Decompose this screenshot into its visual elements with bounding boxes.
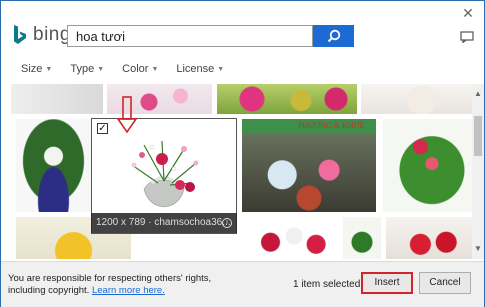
filter-bar: Size ▼ Type ▼ Color ▼ License ▼ [21, 63, 242, 75]
search-field[interactable] [67, 25, 313, 47]
result-image[interactable] [383, 119, 472, 212]
result-image[interactable] [361, 84, 472, 114]
filter-size[interactable]: Size ▼ [21, 63, 52, 75]
vertical-scrollbar[interactable]: ▲ ▼ [472, 84, 484, 259]
chevron-down-icon: ▼ [97, 66, 105, 73]
chevron-down-icon: ▼ [217, 66, 225, 73]
result-image[interactable] [16, 119, 91, 212]
bing-logo: bing [12, 23, 71, 47]
cancel-button[interactable]: Cancel [419, 272, 471, 294]
search-input[interactable] [68, 26, 308, 46]
scroll-up-icon[interactable]: ▲ [474, 90, 482, 98]
filter-color-label: Color [122, 63, 149, 75]
result-image[interactable] [343, 217, 381, 259]
filter-license-label: License [176, 63, 215, 75]
feedback-icon[interactable] [460, 31, 474, 43]
search-button[interactable] [313, 25, 354, 47]
result-image[interactable] [11, 84, 103, 114]
result-image[interactable] [242, 217, 337, 259]
scroll-down-icon[interactable]: ▼ [474, 245, 482, 253]
filter-type[interactable]: Type ▼ [70, 63, 104, 75]
image-caption: 1200 x 789 · chamsochoa36... [91, 213, 237, 233]
image-select-checkbox[interactable]: ✓ [97, 123, 108, 134]
shop-banner-text: PHƯỢNG & KHUÊ [298, 121, 365, 130]
flower-vase-image [92, 119, 236, 213]
filter-color[interactable]: Color ▼ [122, 63, 158, 75]
scrollbar-thumb[interactable] [474, 116, 482, 156]
filter-type-label: Type [70, 63, 95, 75]
selection-count: 1 item selected. [293, 279, 364, 290]
annotation-arrow-icon [116, 96, 138, 134]
search-icon [327, 29, 340, 43]
close-icon[interactable]: ✕ [460, 5, 476, 21]
chevron-down-icon: ▼ [45, 66, 53, 73]
copyright-notice: You are responsible for respecting other… [8, 273, 248, 297]
filter-license[interactable]: License ▼ [176, 63, 224, 75]
learn-more-link[interactable]: Learn more here. [92, 285, 165, 296]
info-icon[interactable]: i [222, 218, 232, 228]
result-image[interactable]: PHƯỢNG & KHUÊ [242, 119, 376, 212]
result-image[interactable] [386, 217, 472, 259]
insert-button[interactable]: Insert [361, 272, 413, 294]
insert-pictures-dialog: ✕ bing Size▼ Type▼ Color▼ License▼ PHƯỢN [0, 0, 485, 307]
bing-logo-text: bing [33, 24, 71, 45]
filter-size-label: Size [21, 63, 43, 75]
chevron-down-icon: ▼ [151, 66, 159, 73]
image-results-grid: PHƯỢNG & KHUÊ [11, 84, 472, 259]
result-image[interactable] [217, 84, 357, 114]
bing-logo-icon [14, 25, 26, 44]
